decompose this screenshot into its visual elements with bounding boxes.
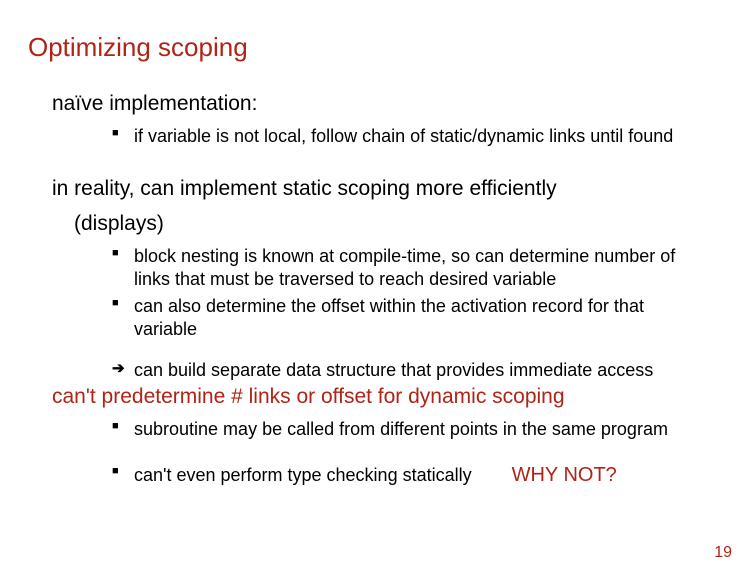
page-number: 19	[714, 544, 732, 562]
list-item: if variable is not local, follow chain o…	[112, 125, 708, 148]
why-not-text: WHY NOT?	[512, 463, 617, 489]
list-item: can't even perform type checking statica…	[112, 463, 708, 489]
section2-heading-line1: in reality, can implement static scoping…	[52, 176, 728, 202]
section2-heading-line2: (displays)	[52, 211, 728, 237]
bullet-text: can't even perform type checking statica…	[134, 464, 472, 487]
list-item: can also determine the offset within the…	[112, 295, 708, 341]
section3-heading: can't predetermine # links or offset for…	[52, 384, 728, 410]
section2-arrow-line: can build separate data structure that p…	[112, 359, 708, 382]
arrow-text: can build separate data structure that p…	[134, 360, 653, 380]
section2-bullets: block nesting is known at compile-time, …	[112, 245, 708, 341]
slide-title: Optimizing scoping	[28, 32, 728, 63]
section3-bullets: subroutine may be called from different …	[112, 418, 708, 489]
list-item: block nesting is known at compile-time, …	[112, 245, 708, 291]
section1-bullets: if variable is not local, follow chain o…	[112, 125, 708, 148]
section1-heading: naïve implementation:	[52, 91, 728, 117]
list-item: subroutine may be called from different …	[112, 418, 708, 441]
slide-container: Optimizing scoping naïve implementation:…	[0, 0, 756, 576]
